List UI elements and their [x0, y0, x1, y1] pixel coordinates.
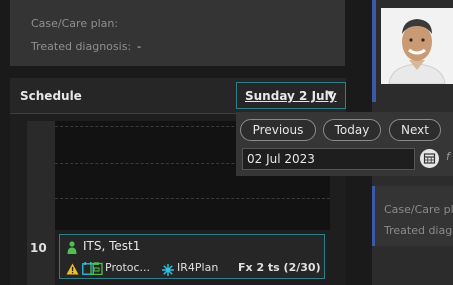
right-case-label: Case/Care pla [384, 203, 453, 216]
case-plan-label: Case/Care plan: [31, 17, 119, 30]
grid-divider [55, 198, 330, 199]
previous-button[interactable]: Previous [240, 119, 316, 141]
right-info-panel: Case/Care pla Treated diagn [372, 186, 453, 246]
slot-number: 10 [30, 241, 47, 255]
time-gutter [27, 121, 55, 285]
patient-name: ITS, Test1 [83, 239, 141, 253]
patient-info-panel: Case/Care plan: Treated diagnosis: - [10, 0, 345, 66]
calendar-picker-button[interactable] [420, 149, 439, 168]
chevron-down-icon[interactable]: ▼ [327, 90, 334, 100]
protocol-label: Protoc... [105, 261, 151, 274]
person-photo-icon [381, 8, 453, 84]
star-icon [162, 261, 174, 280]
fractions-label: Fx 2 ts (2/30) [238, 261, 321, 274]
truncated-label: f [446, 150, 450, 163]
date-dropdown-label[interactable]: Sunday 2 July [245, 89, 337, 103]
calendar-icon[interactable] [420, 149, 439, 168]
protocol-icon [90, 260, 103, 279]
info-accent-bar [372, 186, 375, 246]
plan-label: IR4Plan [177, 261, 219, 274]
person-icon [67, 239, 77, 258]
selection-bar [372, 0, 376, 102]
next-button[interactable]: Next [389, 119, 441, 141]
today-button[interactable]: Today [323, 119, 381, 141]
date-input[interactable]: 02 Jul 2023 [242, 148, 415, 170]
right-diagnosis-label: Treated diagn [384, 224, 453, 237]
treated-diagnosis-label: Treated diagnosis: [31, 40, 132, 53]
treated-diagnosis-value: - [137, 40, 142, 53]
schedule-title: Schedule [20, 89, 82, 103]
avatar [381, 8, 453, 84]
warning-icon [66, 260, 79, 279]
